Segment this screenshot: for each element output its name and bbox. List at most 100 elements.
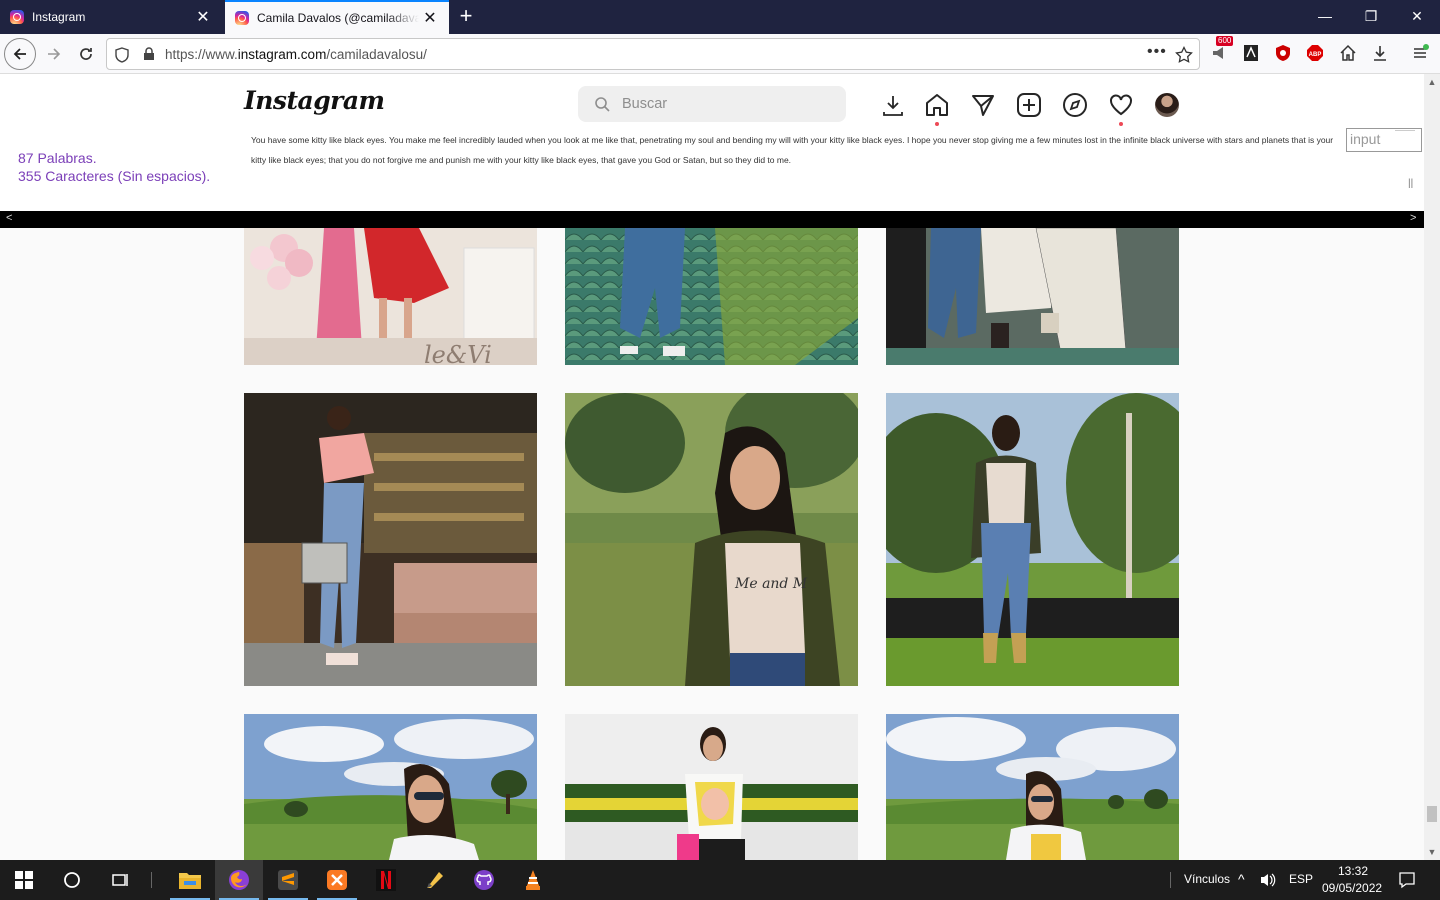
post-image: [886, 714, 1179, 860]
page-viewport: Instagram Buscar 87 Palabras. 355 Caract…: [0, 74, 1424, 860]
back-button[interactable]: [4, 38, 36, 70]
pen-tool-icon[interactable]: [411, 860, 459, 900]
new-tab-button[interactable]: +: [456, 4, 476, 28]
post-thumbnail[interactable]: [565, 228, 858, 365]
explore-compass-icon[interactable]: [1062, 92, 1088, 118]
extension-badge: 600: [1216, 36, 1234, 46]
chevron-left-icon[interactable]: <: [6, 212, 12, 224]
word-counter: 87 Palabras. 355 Caracteres (Sin espacio…: [18, 149, 210, 185]
url-bar[interactable]: https://www.instagram.com/camiladavalosu…: [106, 38, 1200, 70]
task-view-icon[interactable]: [96, 860, 144, 900]
search-circle-icon[interactable]: [48, 860, 96, 900]
svg-text:Me and M: Me and M: [734, 576, 808, 592]
restore-button[interactable]: ❐: [1348, 0, 1394, 34]
clock-time[interactable]: 13:32: [1338, 864, 1368, 878]
post-thumbnail[interactable]: Me and M: [565, 393, 858, 686]
notification-center-icon[interactable]: [1398, 871, 1416, 889]
bookmark-star-icon[interactable]: [1175, 46, 1193, 64]
arrow-right-icon: [48, 48, 61, 60]
extension-counter-icon[interactable]: 600: [1210, 36, 1234, 64]
post-image: le&Vi: [244, 228, 537, 365]
sublime-text-icon[interactable]: [264, 860, 312, 900]
search-input[interactable]: Buscar: [578, 86, 846, 122]
xampp-icon[interactable]: [313, 860, 361, 900]
new-post-icon[interactable]: [1016, 92, 1042, 118]
netflix-icon[interactable]: [362, 860, 410, 900]
close-window-button[interactable]: ✕: [1394, 0, 1440, 34]
profile-avatar[interactable]: [1155, 93, 1179, 117]
ublock-icon[interactable]: [1273, 44, 1293, 64]
arrow-left-icon: [13, 48, 26, 60]
activity-heart-icon[interactable]: [1108, 92, 1134, 118]
instagram-favicon-icon: [10, 10, 24, 24]
tab-close-icon[interactable]: ✕: [192, 7, 214, 27]
reload-button[interactable]: [70, 38, 102, 70]
extension-translate-icon[interactable]: [1241, 44, 1261, 64]
tab-camila-davalos[interactable]: Camila Davalos (@camiladavalosu) ✕: [225, 0, 449, 34]
windows-taskbar: Vínculos ^ ESP 13:32 09/05/2022: [0, 860, 1440, 900]
page-scrollbar[interactable]: ▲ ▼: [1424, 74, 1440, 860]
svg-text:le&Vi: le&Vi: [424, 341, 492, 365]
home-notification-dot: [935, 122, 939, 126]
post-thumbnail[interactable]: le&Vi: [244, 228, 537, 365]
downloads-icon[interactable]: [1370, 44, 1390, 64]
pause-icon[interactable]: ||: [1408, 178, 1413, 189]
download-icon[interactable]: [880, 92, 906, 118]
post-thumbnail[interactable]: [886, 393, 1179, 686]
menu-hamburger-icon[interactable]: [1410, 44, 1430, 64]
home-icon[interactable]: [924, 92, 950, 118]
vlc-icon[interactable]: [509, 860, 557, 900]
url-path: /camiladavalosu/: [326, 47, 427, 62]
post-thumbnail[interactable]: [886, 228, 1179, 365]
instagram-favicon-icon: [235, 11, 249, 25]
minimize-button[interactable]: —: [1302, 0, 1348, 34]
chevron-right-icon[interactable]: >: [1410, 212, 1416, 224]
scroll-up-icon[interactable]: ▲: [1424, 74, 1440, 90]
post-image: [886, 393, 1179, 686]
post-image: Me and M: [565, 393, 858, 686]
url-host: instagram.com: [237, 47, 327, 62]
start-windows-icon[interactable]: [0, 860, 48, 900]
scroll-down-icon[interactable]: ▼: [1424, 844, 1440, 860]
shield-icon[interactable]: [115, 47, 129, 63]
overlay-input-field[interactable]: input: [1346, 128, 1422, 152]
tab-instagram[interactable]: Instagram ✕: [0, 0, 222, 34]
post-thumbnail[interactable]: [244, 714, 537, 860]
post-thumbnail[interactable]: [886, 714, 1179, 860]
post-thumbnail[interactable]: [565, 714, 858, 860]
direct-message-icon[interactable]: [970, 92, 996, 118]
home-button-icon[interactable]: [1338, 44, 1358, 64]
clock-date[interactable]: 09/05/2022: [1322, 881, 1382, 895]
adblock-plus-icon[interactable]: ABP: [1305, 44, 1325, 64]
lock-icon: [144, 47, 154, 60]
reload-icon: [80, 48, 92, 60]
scrollbar-thumb[interactable]: [1427, 806, 1437, 822]
activity-notification-dot: [1119, 122, 1123, 126]
file-explorer-icon[interactable]: [166, 860, 214, 900]
forward-button[interactable]: [38, 38, 70, 70]
overlay-paragraph: You have some kitty like black eyes. You…: [251, 135, 1334, 165]
url-prefix: https://www.: [165, 47, 238, 62]
tab-close-icon[interactable]: ✕: [419, 8, 441, 28]
page-actions-menu-icon[interactable]: •••: [1147, 43, 1167, 61]
instagram-logo[interactable]: Instagram: [244, 86, 385, 115]
github-desktop-icon[interactable]: [460, 860, 508, 900]
chevron-up-icon[interactable]: ^: [1238, 871, 1245, 887]
search-icon: [595, 97, 610, 112]
tab-title: Camila Davalos (@camiladavalosu): [257, 11, 419, 25]
post-image: [565, 228, 858, 365]
taskbar-divider: [151, 872, 152, 888]
language-indicator[interactable]: ESP: [1289, 872, 1313, 886]
overlay-scroll-bar[interactable]: < >: [0, 211, 1424, 228]
post-image: [244, 714, 537, 860]
post-thumbnail[interactable]: [244, 393, 537, 686]
firefox-icon[interactable]: [215, 860, 263, 900]
instagram-header: Instagram Buscar 87 Palabras. 355 Caract…: [0, 74, 1424, 211]
links-toolbar-label[interactable]: Vínculos: [1184, 872, 1230, 886]
post-image: [565, 714, 858, 860]
url-text: https://www.instagram.com/camiladavalosu…: [165, 47, 427, 62]
volume-icon[interactable]: [1259, 872, 1277, 888]
browser-titlebar: Instagram ✕ Camila Davalos (@camiladaval…: [0, 0, 1440, 34]
post-image: [886, 228, 1179, 365]
taskbar-divider: [1170, 872, 1171, 888]
